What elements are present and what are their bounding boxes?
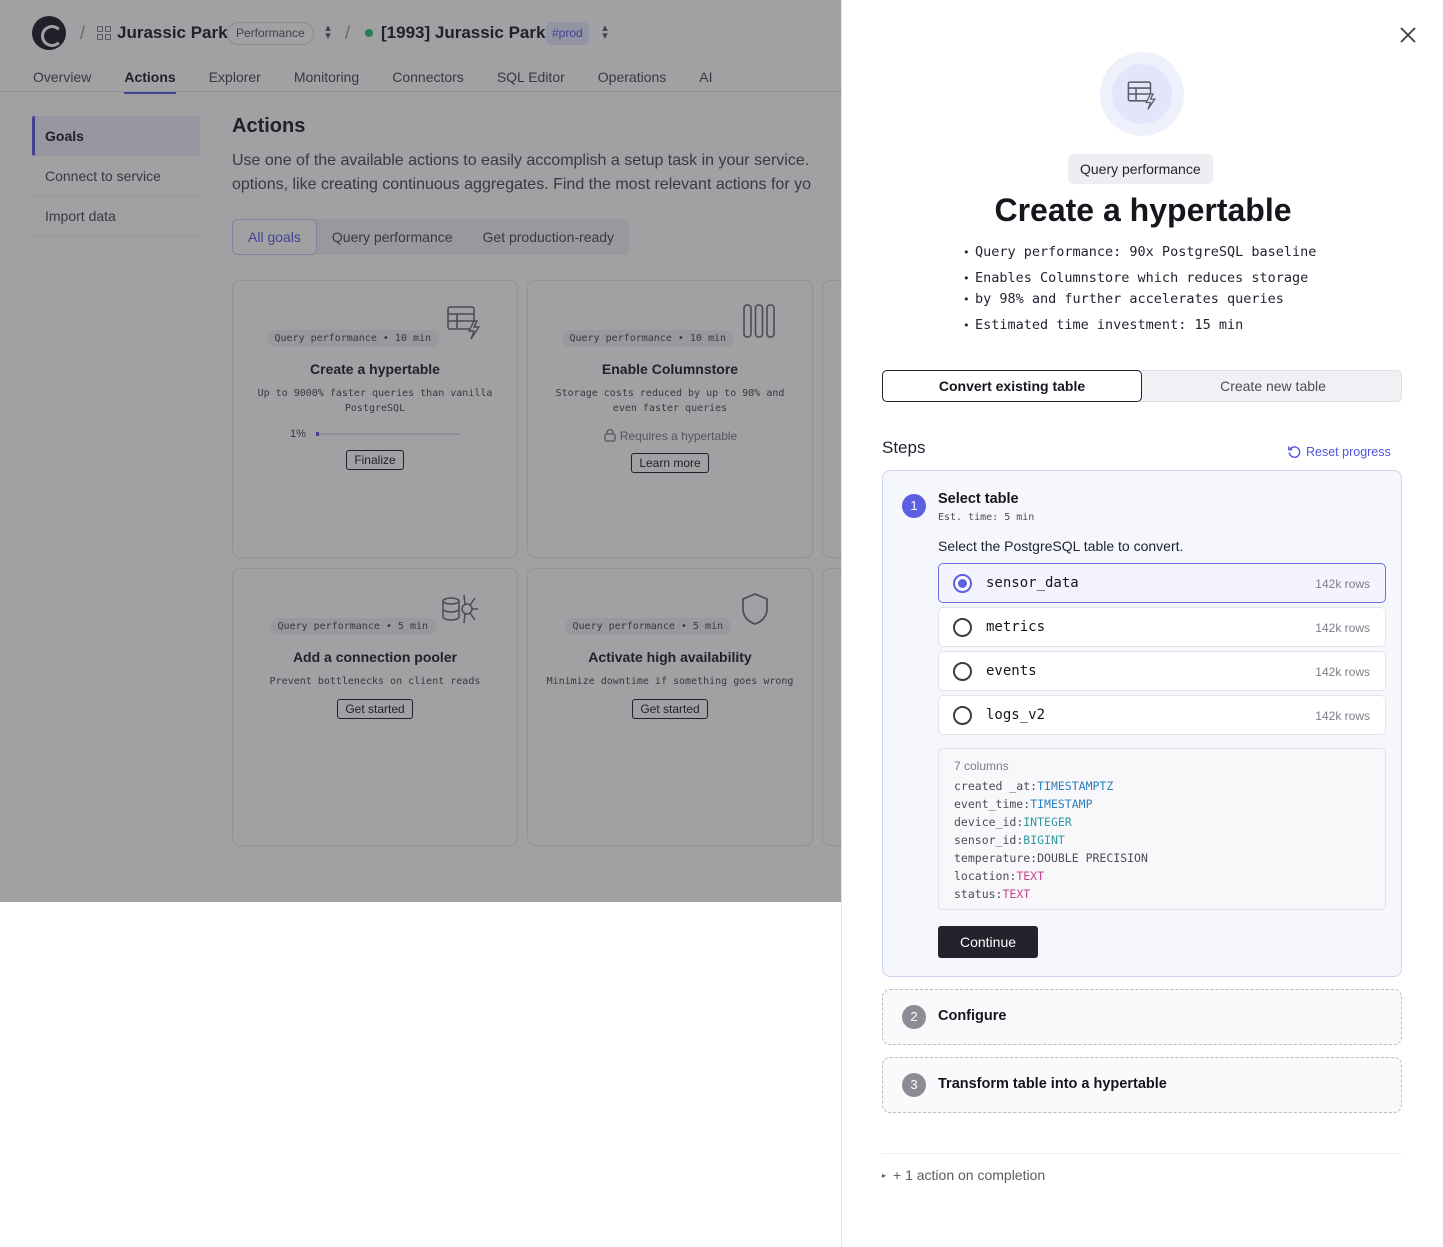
step-configure[interactable]: 2 Configure: [882, 989, 1402, 1045]
radio-button[interactable]: [953, 662, 972, 681]
column-type: TEXT: [1002, 887, 1031, 901]
footer-divider: [882, 1153, 1402, 1154]
drawer-title: Create a hypertable: [994, 192, 1292, 228]
column-schema-panel: 7 columns created _at:TIMESTAMPTZ event_…: [938, 748, 1386, 910]
radio-button[interactable]: [953, 706, 972, 725]
steps-heading: Steps: [882, 438, 926, 457]
hypertable-icon: [1127, 81, 1156, 110]
step-number: 2: [902, 1005, 926, 1029]
column-row: status:TEXT: [954, 887, 1031, 901]
reset-icon: [1288, 446, 1301, 458]
column-name: temperature: [954, 851, 1031, 865]
completion-actions-label: + 1 action on completion: [893, 1167, 1046, 1183]
column-row: temperature:DOUBLE PRECISION: [954, 851, 1148, 865]
benefit-item: Enables Columnstore which reduces storag…: [963, 268, 1308, 289]
column-row: created _at:TIMESTAMPTZ: [954, 779, 1114, 793]
reset-progress-label: Reset progress: [1306, 444, 1391, 459]
close-icon[interactable]: [1397, 24, 1419, 46]
category-chip: Query performance: [1068, 154, 1213, 184]
action-drawer: Query performance Create a hypertable Qu…: [841, 0, 1443, 1247]
table-option-sensor-data[interactable]: sensor_data 142k rows: [938, 563, 1386, 603]
table-name: sensor_data: [986, 575, 1079, 591]
column-type: BIGINT: [1023, 833, 1065, 847]
completion-actions-toggle[interactable]: ▸ + 1 action on completion: [882, 1167, 1045, 1183]
column-name: sensor_id: [954, 833, 1017, 847]
column-type: TIMESTAMPTZ: [1037, 779, 1114, 793]
columns-count: 7 columns: [954, 759, 1009, 773]
step-number: 3: [902, 1073, 926, 1097]
hero-icon-inner: [1112, 64, 1172, 124]
column-row: location:TEXT: [954, 869, 1045, 883]
radio-button[interactable]: [953, 574, 972, 593]
step-number: 1: [902, 494, 926, 518]
table-name: logs_v2: [986, 707, 1046, 723]
hero-icon-circle: [1100, 52, 1184, 136]
step-title: Configure: [938, 1008, 1007, 1024]
table-name: events: [986, 663, 1037, 679]
step-transform[interactable]: 3 Transform table into a hypertable: [882, 1057, 1402, 1113]
background-app: / Jurassic Park Performance ▴ ▾ / [1993] …: [0, 0, 841, 902]
continue-button[interactable]: Continue: [938, 926, 1038, 958]
column-type: TIMESTAMP: [1030, 797, 1093, 811]
row-count: 142k rows: [1315, 709, 1370, 723]
column-name: device_id: [954, 815, 1017, 829]
column-name: location: [954, 869, 1010, 883]
caret-right-icon: ▸: [882, 1171, 887, 1180]
table-option-metrics[interactable]: metrics 142k rows: [938, 607, 1386, 647]
column-name: created _at: [954, 779, 1031, 793]
column-row: sensor_id:BIGINT: [954, 833, 1065, 847]
column-name: status: [954, 887, 996, 901]
row-count: 142k rows: [1315, 621, 1370, 635]
table-option-events[interactable]: events 142k rows: [938, 651, 1386, 691]
step-title: Select table: [938, 491, 1019, 507]
convert-existing-table-tab[interactable]: Convert existing table: [882, 370, 1142, 402]
step-instruction: Select the PostgreSQL table to convert.: [938, 538, 1184, 554]
column-row: event_time:TIMESTAMP: [954, 797, 1093, 811]
reset-progress-button[interactable]: Reset progress: [1287, 444, 1391, 459]
row-count: 142k rows: [1315, 665, 1370, 679]
column-type: DOUBLE PRECISION: [1037, 851, 1148, 865]
column-type: INTEGER: [1023, 815, 1072, 829]
table-option-logs-v2[interactable]: logs_v2 142k rows: [938, 695, 1386, 735]
mode-segmented-control: Create new table Convert existing table: [882, 370, 1402, 402]
step-estimate: Est. time: 5 min: [938, 512, 1035, 523]
modal-backdrop[interactable]: [0, 0, 841, 902]
column-row: device_id:INTEGER: [954, 815, 1072, 829]
create-new-table-tab[interactable]: Create new table: [1143, 370, 1403, 402]
row-count: 142k rows: [1315, 577, 1370, 591]
benefit-item: Estimated time investment: 15 min: [963, 315, 1243, 336]
column-name: event_time: [954, 797, 1024, 811]
step-select-table: 1 Select table Est. time: 5 min Select t…: [882, 470, 1402, 977]
radio-button[interactable]: [953, 618, 972, 637]
column-type: TEXT: [1016, 869, 1045, 883]
benefit-item: Query performance: 90x PostgreSQL baseli…: [963, 242, 1316, 263]
benefit-item-continued: by 98% and further accelerates queries: [963, 289, 1284, 310]
table-name: metrics: [986, 619, 1046, 635]
step-title: Transform table into a hypertable: [938, 1076, 1167, 1092]
